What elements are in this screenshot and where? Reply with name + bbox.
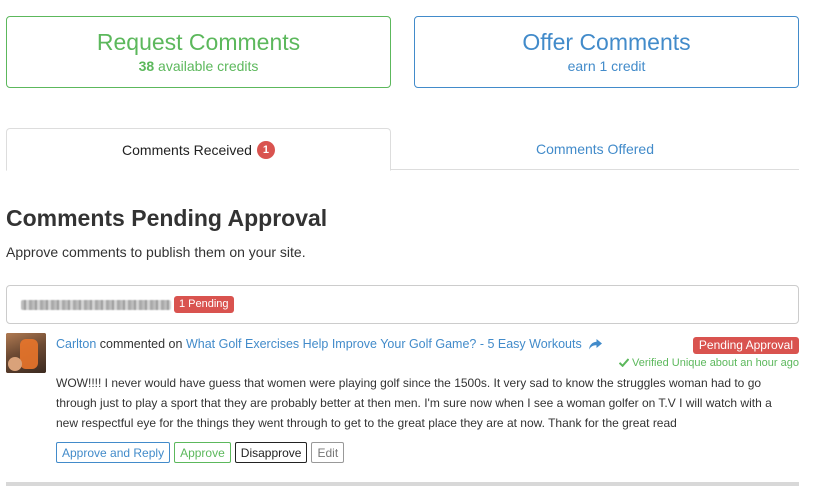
check-icon (618, 358, 630, 370)
scroll-divider (6, 482, 799, 486)
share-arrow-icon[interactable] (589, 339, 603, 353)
tab-received-label: Comments Received (122, 141, 252, 158)
tab-offered-label: Comments Offered (535, 141, 654, 157)
commenter-name-link[interactable]: Carlton (56, 337, 96, 351)
comment-body: WOW!!!! I never would have guess that wo… (56, 376, 772, 430)
offer-comments-subtitle: earn 1 credit (567, 58, 646, 74)
edit-button[interactable]: Edit (311, 442, 345, 463)
status-badge: Pending Approval (692, 337, 799, 354)
offer-comments-button[interactable]: Offer Comments earn 1 credit (414, 16, 799, 88)
comment-verb: commented on (99, 337, 183, 351)
approve-and-reply-button[interactable]: Approve and Reply (56, 442, 171, 463)
page-subtitle: Approve comments to publish them on your… (6, 244, 306, 260)
post-title-link[interactable]: What Golf Exercises Help Improve Your Go… (186, 337, 582, 351)
pending-count-badge: 1 Pending (174, 296, 234, 313)
comments-tabs: Comments Received 1 Comments Offered (6, 128, 799, 171)
credits-suffix: available credits (158, 58, 259, 74)
verified-text: Verified Unique about an hour ago (632, 357, 799, 369)
approve-button[interactable]: Approve (174, 442, 231, 463)
comment-actions: Approve and Reply Approve Disapprove Edi… (56, 442, 345, 463)
available-credits: 38 available credits (139, 57, 259, 75)
offer-comments-title: Offer Comments (522, 29, 691, 55)
commenter-avatar (6, 333, 46, 373)
comment-header: Carlton commented on What Golf Exercises… (56, 337, 603, 353)
site-filter-bar[interactable]: 1 Pending (6, 285, 799, 324)
request-comments-button[interactable]: Request Comments 38 available credits (6, 16, 391, 88)
page-title: Comments Pending Approval (6, 205, 328, 231)
tab-comments-received[interactable]: Comments Received 1 (6, 128, 391, 171)
tab-comments-offered[interactable]: Comments Offered (391, 128, 799, 170)
received-count-badge: 1 (256, 140, 275, 159)
verified-unique-status: Verified Unique about an hour ago (618, 357, 799, 370)
credits-count: 38 (138, 58, 155, 74)
site-domain-blurred (21, 299, 171, 310)
request-comments-title: Request Comments (96, 29, 301, 55)
disapprove-button[interactable]: Disapprove (234, 442, 308, 463)
